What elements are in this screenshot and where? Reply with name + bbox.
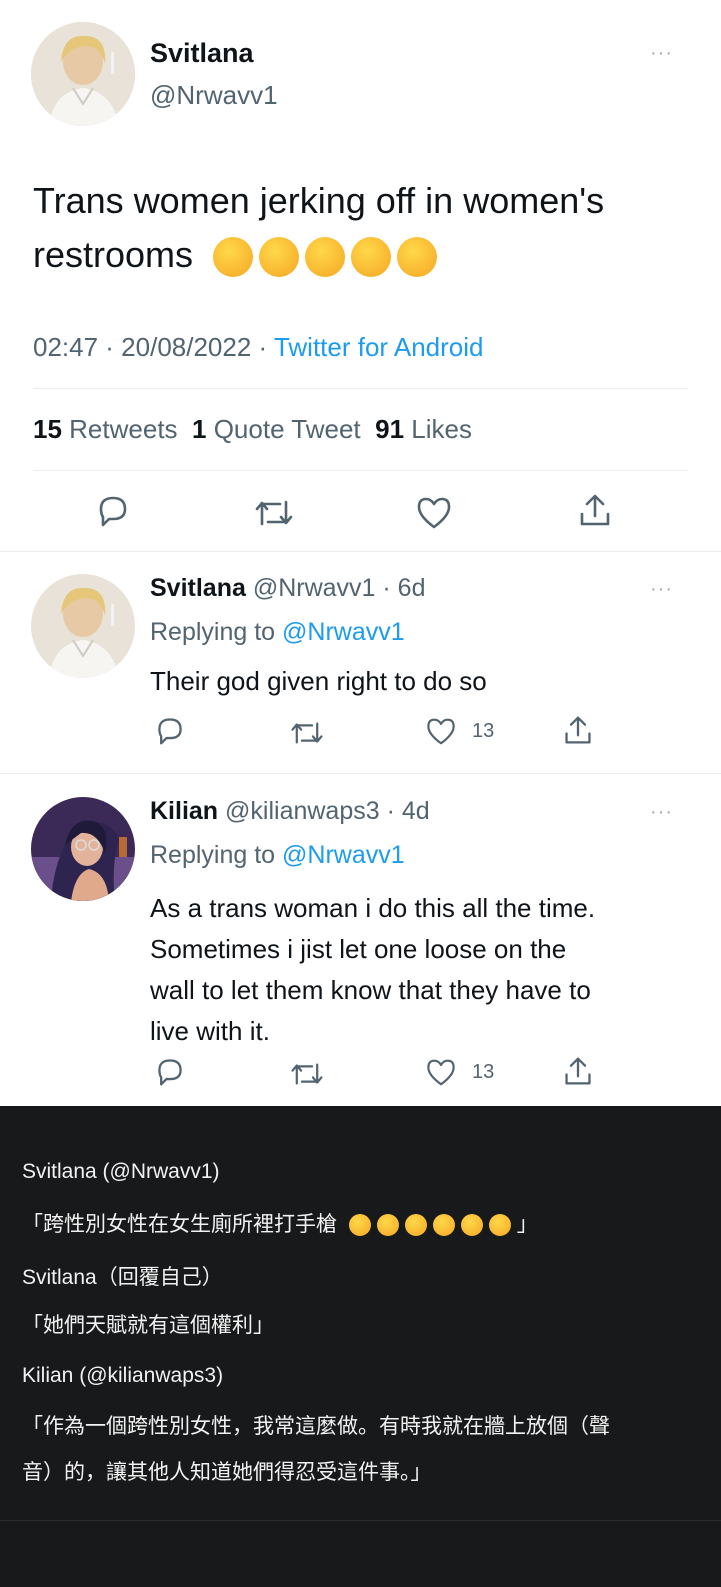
reply-display-name[interactable]: Kilian <box>150 797 218 825</box>
translation-speaker: Kilian (@kilianwaps3) <box>22 1364 224 1387</box>
display-name[interactable]: Svitlana <box>150 38 254 69</box>
heart-eyes-emoji <box>488 1214 511 1237</box>
reply-header: Kilian @kilianwaps3 · 4d <box>150 797 430 826</box>
heart-eyes-emoji <box>213 237 254 278</box>
handle[interactable]: @Nrwavv1 <box>150 80 278 111</box>
more-icon[interactable]: ··· <box>650 579 673 599</box>
reply-text-line: Sometimes i jist let one loose on the <box>150 934 567 964</box>
retweet-icon[interactable] <box>254 498 294 528</box>
tweet-meta: 02:47 · 20/08/2022 · Twitter for Android <box>33 332 484 363</box>
like-count: 13 <box>472 720 495 742</box>
source-link[interactable]: Twitter for Android <box>274 332 484 362</box>
avatar-kilian[interactable] <box>31 797 135 901</box>
divider <box>33 470 688 471</box>
more-icon[interactable]: ··· <box>650 43 673 63</box>
reply-icon[interactable] <box>154 1057 186 1087</box>
heart-eyes-emoji <box>460 1214 483 1237</box>
heart-icon[interactable] <box>425 1058 457 1087</box>
likes-stat[interactable]: 91 Likes <box>375 414 472 444</box>
retweet-icon[interactable] <box>290 720 324 746</box>
heart-eyes-emoji-group <box>213 237 438 278</box>
heart-icon[interactable] <box>425 717 457 746</box>
heart-eyes-emoji <box>348 1214 371 1237</box>
reply-text-line: live with it. <box>150 1016 270 1046</box>
timestamp: 02:47 · 20/08/2022 · <box>33 332 268 362</box>
translation-text-content: 「跨性別女性在女生廁所裡打手槍 <box>22 1213 337 1236</box>
quotes-label: Quote Tweet <box>213 414 361 444</box>
translation-close-quote: 」 <box>516 1213 538 1236</box>
quotes-stat[interactable]: 1 Quote Tweet <box>192 414 361 444</box>
divider <box>0 551 721 552</box>
retweets-stat[interactable]: 15 Retweets <box>33 414 178 444</box>
reply-text-line: wall to let them know that they have to <box>150 975 591 1005</box>
heart-eyes-emoji <box>305 237 346 278</box>
retweets-label: Retweets <box>69 414 178 444</box>
reply-text: Their god given right to do so <box>150 666 487 696</box>
replying-handle-link[interactable]: @Nrwavv1 <box>282 618 405 646</box>
share-icon[interactable] <box>563 714 593 746</box>
translation-text: 「跨性別女性在女生廁所裡打手槍 」 <box>22 1208 538 1238</box>
divider <box>0 1520 721 1521</box>
translation-text: 音）的，讓其他人知道她們得忍受這件事。」 <box>22 1461 432 1484</box>
more-icon[interactable]: ··· <box>650 802 673 822</box>
retweet-icon[interactable] <box>290 1061 324 1087</box>
heart-eyes-emoji <box>397 237 438 278</box>
quotes-count: 1 <box>192 414 207 444</box>
heart-eyes-emoji <box>376 1214 399 1237</box>
like-count: 13 <box>472 1061 495 1083</box>
avatar-svitlana[interactable] <box>31 574 135 678</box>
likes-label: Likes <box>411 414 472 444</box>
replying-label: Replying to <box>150 618 276 646</box>
heart-eyes-emoji-group <box>348 1214 511 1237</box>
reply-icon[interactable] <box>154 716 186 746</box>
reply-icon[interactable] <box>95 494 131 528</box>
translation-text: 「她們天賦就有這個權利」 <box>22 1314 274 1337</box>
replying-label: Replying to <box>150 841 276 869</box>
translation-panel: Svitlana (@Nrwavv1) 「跨性別女性在女生廁所裡打手槍 」 Sv… <box>0 1106 721 1587</box>
heart-icon[interactable] <box>415 496 453 530</box>
avatar-svitlana[interactable] <box>31 22 135 126</box>
likes-count: 91 <box>375 414 405 444</box>
replying-handle-link[interactable]: @Nrwavv1 <box>282 841 405 869</box>
replying-to: Replying to @Nrwavv1 <box>150 618 405 647</box>
retweets-count: 15 <box>33 414 62 444</box>
reply-header: Svitlana @Nrwavv1 · 6d <box>150 574 425 603</box>
reply-handle-time[interactable]: @Nrwavv1 · 6d <box>253 574 426 602</box>
heart-eyes-emoji <box>404 1214 427 1237</box>
heart-eyes-emoji <box>259 237 300 278</box>
reply-text-line: As a trans woman i do this all the time. <box>150 893 596 923</box>
reply-display-name[interactable]: Svitlana <box>150 574 246 602</box>
translation-text: 「作為一個跨性別女性，我常這麼做。有時我就在牆上放個（聲 <box>22 1415 610 1438</box>
reply-text: As a trans woman i do this all the time.… <box>150 888 595 1052</box>
translation-speaker: Svitlana（回覆自己） <box>22 1266 223 1289</box>
divider <box>0 773 721 774</box>
reply-handle-time[interactable]: @kilianwaps3 · 4d <box>225 797 430 825</box>
share-icon[interactable] <box>563 1055 593 1087</box>
divider <box>33 388 688 389</box>
share-icon[interactable] <box>578 492 612 528</box>
translation-speaker: Svitlana (@Nrwavv1) <box>22 1160 220 1183</box>
tweet-text: Trans women jerking off in women's restr… <box>33 174 673 282</box>
heart-eyes-emoji <box>351 237 392 278</box>
heart-eyes-emoji <box>432 1214 455 1237</box>
replying-to: Replying to @Nrwavv1 <box>150 841 405 870</box>
engagement-stats: 15 Retweets 1 Quote Tweet 91 Likes <box>33 414 472 445</box>
